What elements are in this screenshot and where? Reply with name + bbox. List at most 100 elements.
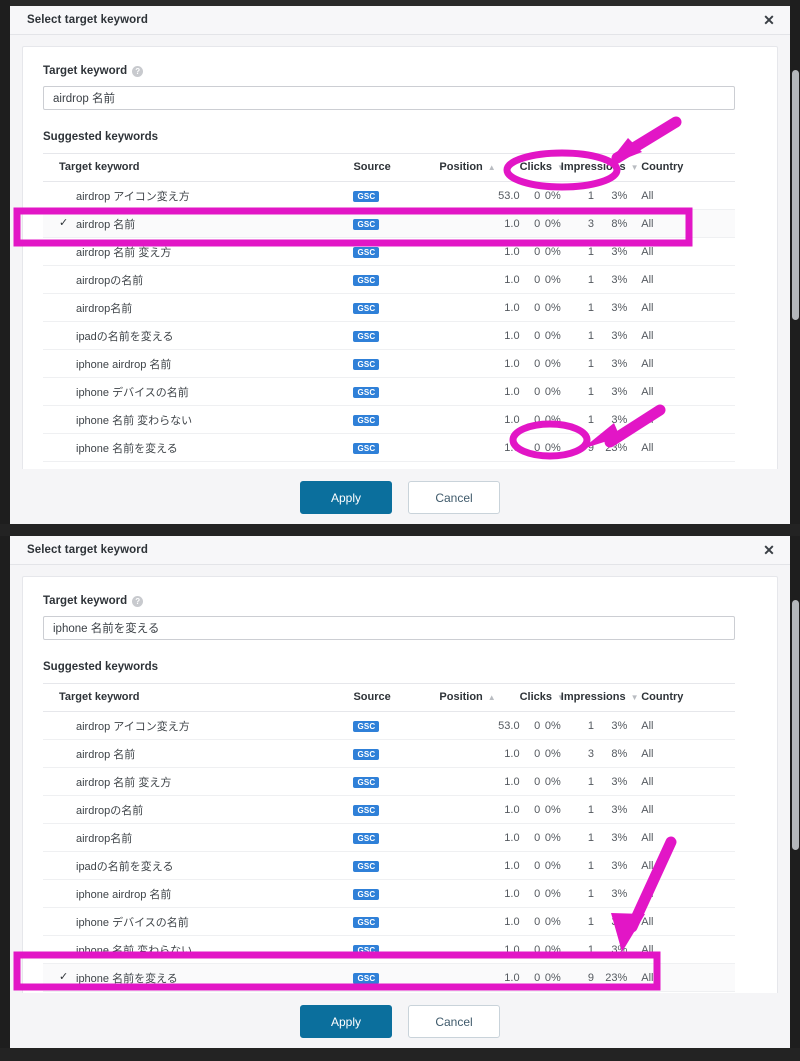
table-row[interactable]: ✓iphone デバイスの名前GSC 1.000%13%All (43, 907, 735, 936)
cell-clicks: 0 (519, 711, 541, 740)
cell-keyword: ✓iphone 名前 変わらない (43, 405, 354, 434)
source-badge: GSC (353, 414, 380, 426)
cell-impressions: 9 (560, 433, 595, 462)
column-header-impressions[interactable]: Impressions ▼ (560, 153, 639, 182)
cell-position: 1.0 (439, 879, 520, 908)
cell-clicks: 0 (519, 879, 541, 908)
page-scrollbar-thumb-top[interactable] (792, 70, 799, 320)
column-header-clicks[interactable]: Clicks ▼ (519, 153, 565, 182)
cell-impressions: 1 (560, 377, 595, 406)
table-row[interactable]: ✓ipadの名前を変えるGSC 1.000%13%All (43, 851, 735, 880)
cell-keyword: ✓ipadの名前を変える (43, 851, 354, 880)
table-row[interactable]: ✓iphone airdrop 名前GSC 1.000%13%All (43, 879, 735, 908)
keyword-text: airdropの名前 (76, 274, 144, 287)
table-row[interactable]: ✓ipadの名前を変えるGSC 1.000%13%All (43, 321, 735, 350)
column-header-clicks[interactable]: Clicks ▼ (519, 683, 565, 712)
cell-impressions-pct: 3% (594, 349, 628, 378)
cell-keyword: ✓iphone デバイスの名前 (43, 377, 354, 406)
table-row[interactable]: ✓airdrop 名前 変え方GSC 1.000%13%All (43, 237, 735, 266)
table-row[interactable]: ✓iphone 名前を変えるGSC1.000%923%All (43, 433, 735, 462)
keyword-text: iphone airdrop 名前 (76, 358, 172, 371)
cell-source: GSC (353, 293, 440, 322)
keyword-text: ipadの名前を変える (76, 860, 174, 873)
column-header-keyword[interactable]: Target keyword (43, 153, 354, 182)
table-row[interactable]: ✓airdropの名前GSC 1.000%13%All (43, 795, 735, 824)
table-row[interactable]: ✓airdrop 名前GSC1.000%38%All (43, 209, 735, 238)
column-header-keyword[interactable]: Target keyword (43, 683, 354, 712)
cell-clicks: 0 (519, 377, 541, 406)
cell-position: 1.0 (439, 907, 520, 936)
target-keyword-input[interactable] (43, 616, 735, 640)
target-keyword-label-text: Target keyword (43, 595, 128, 607)
cell-ctr: 0% (540, 237, 561, 266)
cell-keyword: ✓ iphone 名前を変える (43, 963, 354, 992)
cell-impressions-pct: 3% (594, 711, 628, 740)
source-badge: GSC (353, 972, 380, 984)
column-header-position[interactable]: Position ▲ (439, 683, 520, 712)
suggested-keywords-table: Target keyword Source Position ▲ Clicks ▼ … (43, 683, 735, 992)
cell-keyword: ✓airdrop アイコン変え方 (43, 181, 354, 210)
source-badge: GSC (353, 442, 380, 454)
close-icon[interactable]: ✕ (762, 13, 776, 27)
help-icon[interactable]: ? (132, 595, 144, 607)
cell-impressions: 1 (560, 711, 595, 740)
apply-button[interactable]: Apply (300, 480, 392, 514)
desktop-backdrop-bottom (0, 1048, 800, 1061)
table-row[interactable]: ✓airdrop アイコン変え方GSC 53.000%13%All (43, 181, 735, 210)
table-row[interactable]: ✓iphone 名前 変わらないGSC 1.000%13%All (43, 935, 735, 964)
column-header-position[interactable]: Position ▲ (439, 153, 520, 182)
table-row[interactable]: ✓airdropの名前GSC 1.000%13%All (43, 265, 735, 294)
cell-source: GSC (353, 237, 440, 266)
cell-source: GSC (353, 265, 440, 294)
close-icon[interactable]: ✕ (762, 543, 776, 557)
cell-country: All (627, 823, 735, 852)
cell-country: All (627, 377, 735, 406)
table-row[interactable]: ✓airdrop 名前 変え方GSC 1.000%13%All (43, 767, 735, 796)
dialog-header: Select target keyword ✕ (10, 6, 790, 35)
cell-impressions: 1 (560, 795, 595, 824)
help-icon[interactable]: ? (132, 65, 144, 77)
select-target-keyword-dialog-top: Select target keyword ✕ Target keyword ?… (10, 6, 790, 524)
table-row[interactable]: ✓iphone 名前を変えるGSC1.000%923%All (43, 963, 735, 992)
cell-impressions-pct: 23% (594, 433, 628, 462)
suggested-keywords-table: Target keyword Source Position ▲ Clicks ▼ … (43, 153, 735, 462)
cell-ctr: 0% (540, 907, 561, 936)
cell-impressions: 1 (560, 907, 595, 936)
cell-impressions-pct: 3% (594, 935, 628, 964)
cell-impressions: 3 (560, 739, 595, 768)
source-badge: GSC (353, 748, 380, 760)
cell-source: GSC (353, 321, 440, 350)
cancel-button[interactable]: Cancel (408, 1004, 500, 1038)
sort-desc-icon: ▼ (630, 162, 639, 172)
table-row[interactable]: ✓airdrop名前GSC 1.000%13%All (43, 293, 735, 322)
cell-ctr: 0% (540, 935, 561, 964)
desktop-backdrop-middle (0, 524, 800, 536)
target-keyword-input[interactable] (43, 86, 735, 110)
cancel-button[interactable]: Cancel (408, 480, 500, 514)
dialog-title: Select target keyword (27, 14, 148, 26)
apply-button[interactable]: Apply (300, 1004, 392, 1038)
cell-source: GSC (353, 739, 440, 768)
cell-position: 1.0 (439, 963, 520, 992)
table-row[interactable]: ✓iphone 名前 変わらないGSC 1.000%13%All (43, 405, 735, 434)
table-row[interactable]: ✓airdrop 名前GSC1.000%38%All (43, 739, 735, 768)
column-header-country[interactable]: Country (627, 153, 735, 182)
table-row[interactable]: ✓iphone デバイスの名前GSC 1.000%13%All (43, 377, 735, 406)
cell-country: All (627, 181, 735, 210)
keyword-text: airdrop 名前 変え方 (76, 776, 172, 789)
column-header-source[interactable]: Source (353, 683, 440, 712)
column-header-country[interactable]: Country (627, 683, 735, 712)
column-header-impressions-text: Impressions (560, 691, 626, 703)
cell-clicks: 0 (519, 349, 541, 378)
column-header-source[interactable]: Source (353, 153, 440, 182)
table-row[interactable]: ✓airdrop名前GSC 1.000%13%All (43, 823, 735, 852)
column-header-impressions[interactable]: Impressions ▼ (560, 683, 639, 712)
keyword-text: airdrop アイコン変え方 (76, 190, 190, 203)
cell-clicks: 0 (519, 237, 541, 266)
cell-source: GSC (353, 181, 440, 210)
cell-position: 1.0 (439, 433, 520, 462)
page-scrollbar-thumb-bottom[interactable] (792, 600, 799, 850)
source-badge: GSC (353, 888, 380, 900)
table-row[interactable]: ✓iphone airdrop 名前GSC 1.000%13%All (43, 349, 735, 378)
table-row[interactable]: ✓airdrop アイコン変え方GSC 53.000%13%All (43, 711, 735, 740)
